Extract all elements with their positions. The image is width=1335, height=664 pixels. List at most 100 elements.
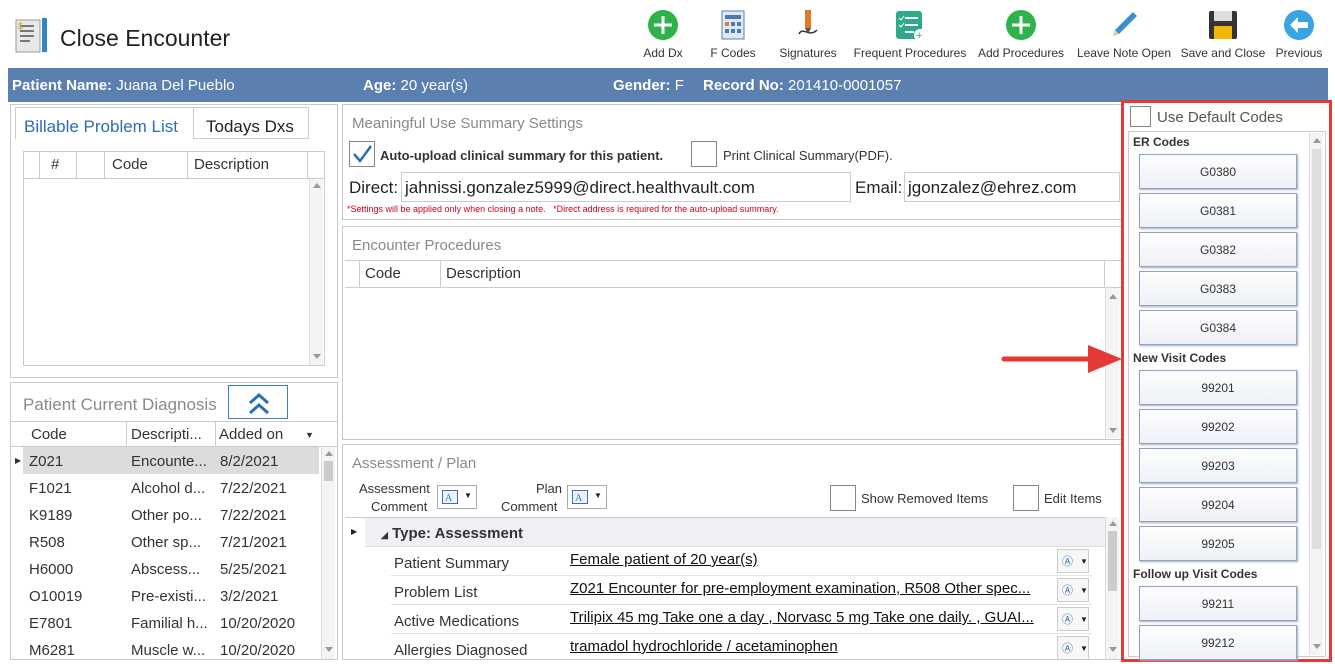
scroll-thumb[interactable] <box>1108 531 1117 591</box>
code-button-99205[interactable]: 99205 <box>1139 526 1297 561</box>
text-format-icon: A <box>442 490 458 504</box>
checkmark-icon <box>353 145 373 164</box>
col-description: Descripti... <box>131 426 202 443</box>
sort-dropdown-icon[interactable]: ▼ <box>305 430 314 440</box>
chevron-down-icon: ▼ <box>464 491 472 500</box>
row-format-dropdown[interactable]: Ⓐ ▼ <box>1057 578 1089 602</box>
row-format-dropdown[interactable]: Ⓐ ▼ <box>1057 607 1089 631</box>
age-label: Age: <box>363 77 397 94</box>
use-default-codes-label: Use Default Codes <box>1157 109 1283 126</box>
scroll-down-icon[interactable] <box>1109 428 1117 433</box>
code-button-g0381[interactable]: G0381 <box>1139 193 1297 228</box>
problem-grid: # Code Description <box>23 151 325 366</box>
group-row[interactable]: ◢ Type: Assessment <box>365 518 1105 547</box>
codes-scrollbar[interactable] <box>1309 133 1323 655</box>
encounter-logo-icon: $ <box>15 18 47 53</box>
auto-upload-checkbox[interactable] <box>349 141 375 167</box>
auto-upload-label: Auto-upload clinical summary for this pa… <box>380 148 664 163</box>
f-codes-button[interactable]: F Codes <box>706 8 760 60</box>
code-button-g0384[interactable]: G0384 <box>1139 310 1297 345</box>
tab-todays-dxs[interactable]: Todays Dxs <box>194 107 309 139</box>
scroll-down-icon[interactable] <box>1313 644 1321 649</box>
row-format-dropdown[interactable]: Ⓐ ▼ <box>1057 636 1089 659</box>
code-button-99203[interactable]: 99203 <box>1139 448 1297 483</box>
f-codes-label: F Codes <box>710 46 756 60</box>
table-row[interactable]: ▶ Z021 Encounte... 8/2/2021 <box>15 447 319 474</box>
previous-button[interactable]: Previous <box>1274 8 1324 60</box>
chevron-down-icon: ▼ <box>1080 557 1088 566</box>
print-summary-checkbox[interactable] <box>691 141 717 167</box>
assessment-comment-dropdown[interactable]: A ▼ <box>437 485 477 509</box>
red-arrow-icon <box>1001 345 1122 373</box>
text-format-icon: A <box>572 490 588 504</box>
code-button-99201[interactable]: 99201 <box>1139 370 1297 405</box>
col-code: Code <box>112 156 148 173</box>
email-field[interactable]: jgonzalez@ehrez.com <box>904 172 1120 202</box>
row-pointer-icon: ▶ <box>351 527 358 536</box>
code-button-99204[interactable]: 99204 <box>1139 487 1297 522</box>
table-row[interactable]: F1021 Alcohol d... 7/22/2021 <box>23 474 333 501</box>
app-title: Close Encounter <box>60 25 231 51</box>
assessment-row[interactable]: Problem List Z021 Encounter for pre-empl… <box>391 576 1091 605</box>
col-code: Code <box>31 426 67 443</box>
scroll-up-icon[interactable] <box>313 183 321 188</box>
title-bar: $ Close Encounter Add Dx F Codes Signatu… <box>0 0 1335 67</box>
scroll-up-icon[interactable] <box>1109 294 1117 299</box>
table-row[interactable]: H6000 Abscess... 5/25/2021 <box>23 555 333 582</box>
frequent-procedures-button[interactable]: + Frequent Procedures <box>852 8 968 60</box>
col-description: Description <box>194 156 270 173</box>
direct-label: Direct: <box>349 178 399 197</box>
direct-address-field[interactable]: jahnissi.gonzalez5999@direct.healthvault… <box>401 172 851 202</box>
collapse-triangle-icon[interactable]: ◢ <box>381 530 388 540</box>
edit-items-checkbox[interactable] <box>1013 485 1039 511</box>
tab-billable-problem-list[interactable]: Billable Problem List <box>15 107 194 139</box>
problem-grid-scrollbar[interactable] <box>309 179 323 365</box>
assessment-scrollbar[interactable] <box>1105 517 1119 659</box>
problem-list-panel: Billable Problem List Todays Dxs # Code … <box>10 104 338 378</box>
scroll-up-icon[interactable] <box>325 451 333 456</box>
table-row[interactable]: O10019 Pre-existi... 3/2/2021 <box>23 582 333 609</box>
table-row[interactable]: M6281 Muscle w... 10/20/2020 <box>23 636 333 659</box>
add-dx-button[interactable]: Add Dx <box>638 8 688 60</box>
scroll-up-icon[interactable] <box>1109 521 1117 526</box>
diagnosis-scrollbar[interactable] <box>321 447 335 659</box>
table-row[interactable]: R508 Other sp... 7/21/2021 <box>23 528 333 555</box>
follow-up-codes-title: Follow up Visit Codes <box>1133 567 1258 581</box>
edit-items-label: Edit Items <box>1044 491 1102 506</box>
row-format-dropdown[interactable]: Ⓐ ▼ <box>1057 549 1089 573</box>
code-button-g0383[interactable]: G0383 <box>1139 271 1297 306</box>
signatures-icon <box>798 10 818 35</box>
new-visit-codes-title: New Visit Codes <box>1133 351 1227 365</box>
code-button-g0382[interactable]: G0382 <box>1139 232 1297 267</box>
leave-note-open-button[interactable]: Leave Note Open <box>1076 8 1172 60</box>
svg-text:A: A <box>445 493 453 504</box>
table-row[interactable]: K9189 Other po... 7/22/2021 <box>23 501 333 528</box>
scroll-up-icon[interactable] <box>1313 138 1321 143</box>
chevron-down-icon: ▼ <box>1080 586 1088 595</box>
add-procedures-button[interactable]: Add Procedures <box>976 8 1066 60</box>
code-button-99212[interactable]: 99212 <box>1139 625 1297 660</box>
scroll-down-icon[interactable] <box>313 354 321 359</box>
assessment-comment-label-1: Assessment <box>359 481 430 496</box>
row-pointer-icon: ▶ <box>15 456 22 465</box>
plan-comment-dropdown[interactable]: A ▼ <box>567 485 607 509</box>
code-button-g0380[interactable]: G0380 <box>1139 154 1297 189</box>
show-removed-checkbox[interactable] <box>830 485 856 511</box>
save-and-close-button[interactable]: Save and Close <box>1180 8 1266 60</box>
use-default-codes-checkbox[interactable] <box>1130 106 1151 127</box>
assessment-row[interactable]: Active Medications Trilipix 45 mg Take o… <box>391 605 1091 634</box>
assessment-row[interactable]: Allergies Diagnosed tramadol hydrochlori… <box>391 634 1091 659</box>
collapse-button[interactable] <box>228 385 288 419</box>
scroll-down-icon[interactable] <box>325 647 333 652</box>
print-summary-label: Print Clinical Summary(PDF). <box>723 148 893 163</box>
assessment-row[interactable]: Patient Summary Female patient of 20 yea… <box>391 547 1091 576</box>
code-button-99211[interactable]: 99211 <box>1139 586 1297 621</box>
f-codes-icon <box>721 10 745 40</box>
scroll-down-icon[interactable] <box>1109 647 1117 652</box>
signatures-button[interactable]: Signatures <box>778 8 838 60</box>
code-button-99202[interactable]: 99202 <box>1139 409 1297 444</box>
scroll-thumb[interactable] <box>324 461 333 481</box>
table-row[interactable]: E7801 Familial h... 10/20/2020 <box>23 609 333 636</box>
leave-note-open-icon <box>1113 12 1137 36</box>
scroll-thumb[interactable] <box>1312 149 1321 549</box>
